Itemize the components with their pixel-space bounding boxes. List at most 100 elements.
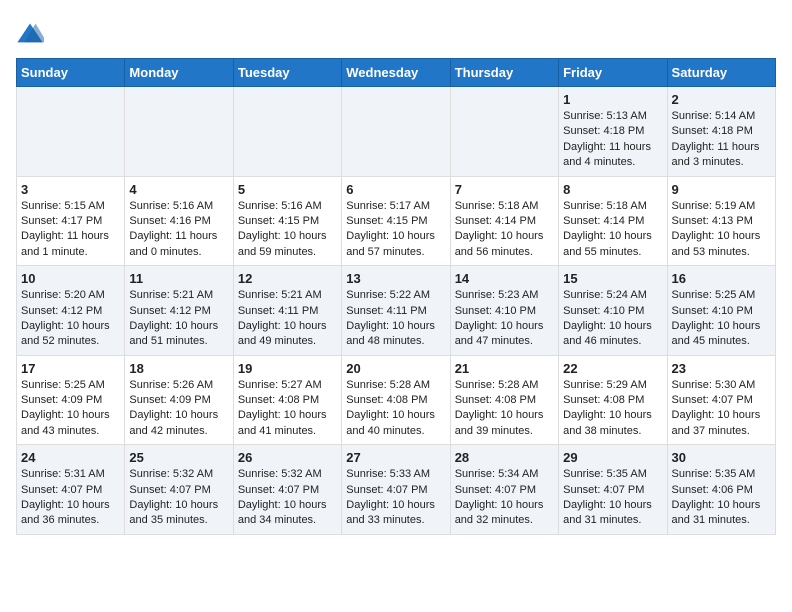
calendar-week-row: 24 Sunrise: 5:31 AM Sunset: 4:07 PM Dayli… [17,445,776,535]
day-number: 24 [21,450,120,465]
calendar-cell: 28Sunrise: 5:34 AM Sunset: 4:07 PM Dayli… [450,445,558,535]
day-number: 21 [455,361,554,376]
day-number: 23 [672,361,771,376]
column-header-thursday: Thursday [450,59,558,87]
calendar-cell: 13 Sunrise: 5:22 AM Sunset: 4:11 PM Dayli… [342,266,450,356]
day-number: 16 [672,271,771,286]
day-info: Sunrise: 5:35 AM Sunset: 4:07 PM Dayligh… [563,467,662,529]
calendar-cell: 6 Sunrise: 5:17 AM Sunset: 4:15 PM Daylig… [342,176,450,266]
day-number: 18 [129,361,228,376]
day-number: 29 [563,450,662,465]
calendar-cell: 26 Sunrise: 5:32 AM Sunset: 4:07 PM Dayli… [233,445,341,535]
day-number: 17 [21,361,120,376]
day-info: Sunrise: 5:31 AM Sunset: 4:07 PM Dayligh… [21,467,120,529]
day-number: 8 [563,182,662,197]
calendar-cell: 22 Sunrise: 5:29 AM Sunset: 4:08 PM Dayli… [559,355,667,445]
day-info: Sunrise: 5:17 AM Sunset: 4:15 PM Dayligh… [346,199,445,261]
calendar-cell: 10 Sunrise: 5:20 AM Sunset: 4:12 PM Dayli… [17,266,125,356]
day-number: 6 [346,182,445,197]
day-number: 7 [455,182,554,197]
calendar-cell: 30 Sunrise: 5:35 AM Sunset: 4:06 PM Dayli… [667,445,775,535]
calendar-cell: 7Sunrise: 5:18 AM Sunset: 4:14 PM Daylig… [450,176,558,266]
day-number: 22 [563,361,662,376]
day-info: Sunrise: 5:20 AM Sunset: 4:12 PM Dayligh… [21,288,120,350]
calendar-week-row: 17 Sunrise: 5:25 AM Sunset: 4:09 PM Dayli… [17,355,776,445]
day-info: Sunrise: 5:21 AM Sunset: 4:12 PM Dayligh… [129,288,228,350]
day-number: 25 [129,450,228,465]
day-info: Sunrise: 5:22 AM Sunset: 4:11 PM Dayligh… [346,288,445,350]
day-number: 13 [346,271,445,286]
day-number: 30 [672,450,771,465]
day-number: 15 [563,271,662,286]
calendar-cell: 21 Sunrise: 5:28 AM Sunset: 4:08 PM Dayli… [450,355,558,445]
calendar-cell: 2 Sunrise: 5:14 AM Sunset: 4:18 PM Daylig… [667,87,775,177]
day-number: 19 [238,361,337,376]
day-info: Sunrise: 5:25 AM Sunset: 4:09 PM Dayligh… [21,378,120,440]
calendar-cell: 1 Sunrise: 5:13 AM Sunset: 4:18 PM Daylig… [559,87,667,177]
calendar-cell [17,87,125,177]
day-number: 2 [672,92,771,107]
calendar-cell: 5 Sunrise: 5:16 AM Sunset: 4:15 PM Daylig… [233,176,341,266]
calendar-week-row: 10 Sunrise: 5:20 AM Sunset: 4:12 PM Dayli… [17,266,776,356]
day-info: Sunrise: 5:18 AM Sunset: 4:14 PM Dayligh… [563,199,662,261]
calendar-cell: 17 Sunrise: 5:25 AM Sunset: 4:09 PM Dayli… [17,355,125,445]
day-info: Sunrise: 5:35 AM Sunset: 4:06 PM Dayligh… [672,467,771,529]
column-header-sunday: Sunday [17,59,125,87]
logo [16,20,46,48]
day-info: Sunrise: 5:13 AM Sunset: 4:18 PM Dayligh… [563,109,662,171]
day-info: Sunrise: 5:14 AM Sunset: 4:18 PM Dayligh… [672,109,771,171]
day-number: 1 [563,92,662,107]
day-info: Sunrise: 5:15 AM Sunset: 4:17 PM Dayligh… [21,199,120,261]
calendar-week-row: 3Sunrise: 5:15 AM Sunset: 4:17 PM Daylig… [17,176,776,266]
day-number: 11 [129,271,228,286]
calendar-cell: 12 Sunrise: 5:21 AM Sunset: 4:11 PM Dayli… [233,266,341,356]
day-number: 10 [21,271,120,286]
day-info: Sunrise: 5:16 AM Sunset: 4:16 PM Dayligh… [129,199,228,261]
calendar-cell: 3Sunrise: 5:15 AM Sunset: 4:17 PM Daylig… [17,176,125,266]
day-info: Sunrise: 5:28 AM Sunset: 4:08 PM Dayligh… [346,378,445,440]
day-info: Sunrise: 5:32 AM Sunset: 4:07 PM Dayligh… [129,467,228,529]
day-info: Sunrise: 5:26 AM Sunset: 4:09 PM Dayligh… [129,378,228,440]
day-info: Sunrise: 5:29 AM Sunset: 4:08 PM Dayligh… [563,378,662,440]
day-info: Sunrise: 5:24 AM Sunset: 4:10 PM Dayligh… [563,288,662,350]
day-info: Sunrise: 5:23 AM Sunset: 4:10 PM Dayligh… [455,288,554,350]
calendar-cell [233,87,341,177]
column-header-saturday: Saturday [667,59,775,87]
calendar-cell: 29 Sunrise: 5:35 AM Sunset: 4:07 PM Dayli… [559,445,667,535]
day-info: Sunrise: 5:32 AM Sunset: 4:07 PM Dayligh… [238,467,337,529]
day-info: Sunrise: 5:30 AM Sunset: 4:07 PM Dayligh… [672,378,771,440]
calendar-cell: 24 Sunrise: 5:31 AM Sunset: 4:07 PM Dayli… [17,445,125,535]
column-header-monday: Monday [125,59,233,87]
calendar-cell: 19 Sunrise: 5:27 AM Sunset: 4:08 PM Dayli… [233,355,341,445]
calendar-header-row: SundayMondayTuesdayWednesdayThursdayFrid… [17,59,776,87]
calendar-cell: 27Sunrise: 5:33 AM Sunset: 4:07 PM Dayli… [342,445,450,535]
day-number: 14 [455,271,554,286]
calendar-cell: 18 Sunrise: 5:26 AM Sunset: 4:09 PM Dayli… [125,355,233,445]
calendar-cell [125,87,233,177]
day-info: Sunrise: 5:19 AM Sunset: 4:13 PM Dayligh… [672,199,771,261]
column-header-friday: Friday [559,59,667,87]
column-header-wednesday: Wednesday [342,59,450,87]
calendar-cell: 9Sunrise: 5:19 AM Sunset: 4:13 PM Daylig… [667,176,775,266]
calendar-cell: 16 Sunrise: 5:25 AM Sunset: 4:10 PM Dayli… [667,266,775,356]
day-info: Sunrise: 5:21 AM Sunset: 4:11 PM Dayligh… [238,288,337,350]
day-info: Sunrise: 5:34 AM Sunset: 4:07 PM Dayligh… [455,467,554,529]
day-info: Sunrise: 5:28 AM Sunset: 4:08 PM Dayligh… [455,378,554,440]
day-number: 4 [129,182,228,197]
calendar-week-row: 1 Sunrise: 5:13 AM Sunset: 4:18 PM Daylig… [17,87,776,177]
calendar-table: SundayMondayTuesdayWednesdayThursdayFrid… [16,58,776,535]
logo-icon [16,20,44,48]
calendar-cell: 20Sunrise: 5:28 AM Sunset: 4:08 PM Dayli… [342,355,450,445]
day-number: 5 [238,182,337,197]
day-info: Sunrise: 5:33 AM Sunset: 4:07 PM Dayligh… [346,467,445,529]
calendar-cell: 15 Sunrise: 5:24 AM Sunset: 4:10 PM Dayli… [559,266,667,356]
calendar-cell [450,87,558,177]
day-number: 12 [238,271,337,286]
day-number: 26 [238,450,337,465]
calendar-cell: 4 Sunrise: 5:16 AM Sunset: 4:16 PM Daylig… [125,176,233,266]
calendar-cell: 11 Sunrise: 5:21 AM Sunset: 4:12 PM Dayli… [125,266,233,356]
day-info: Sunrise: 5:16 AM Sunset: 4:15 PM Dayligh… [238,199,337,261]
calendar-cell: 25 Sunrise: 5:32 AM Sunset: 4:07 PM Dayli… [125,445,233,535]
day-info: Sunrise: 5:25 AM Sunset: 4:10 PM Dayligh… [672,288,771,350]
day-info: Sunrise: 5:27 AM Sunset: 4:08 PM Dayligh… [238,378,337,440]
